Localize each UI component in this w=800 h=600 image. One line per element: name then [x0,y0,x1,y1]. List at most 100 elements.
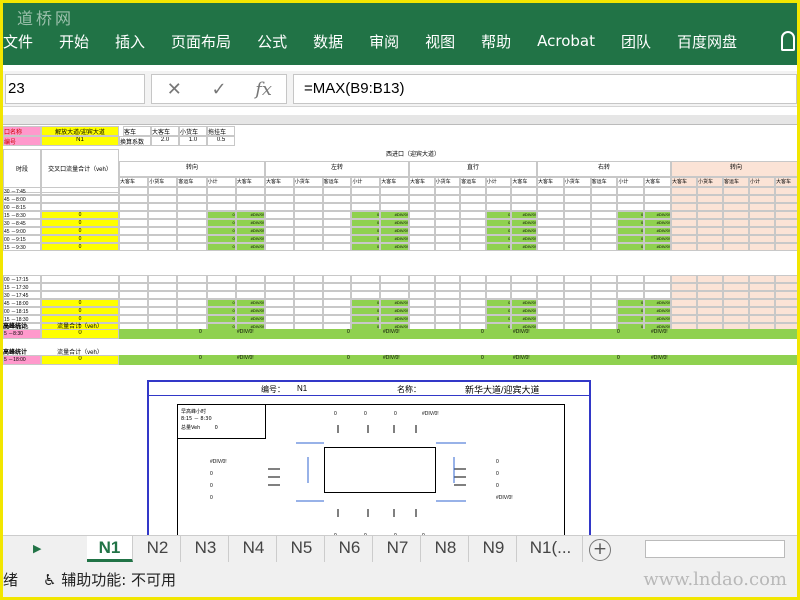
data-cell[interactable] [119,219,149,227]
data-cell[interactable] [293,299,323,307]
data-cell[interactable]: #DIV/0! [644,299,671,307]
data-cell[interactable] [723,243,749,251]
data-cell[interactable] [697,235,723,243]
data-cell[interactable]: #DIV/0! [511,307,537,315]
data-cell[interactable]: 0 [206,315,236,323]
data-cell[interactable] [723,275,749,283]
ribbon-tab-4[interactable]: 公式 [257,31,287,52]
data-cell[interactable] [265,243,294,251]
data-cell[interactable] [723,195,749,203]
data-cell[interactable] [617,187,645,195]
data-cell[interactable]: #DIV/0! [380,227,409,235]
data-cell[interactable] [409,195,435,203]
data-cell[interactable]: #DIV/0! [511,315,537,323]
flow-total-cell[interactable] [41,187,119,195]
data-cell[interactable] [511,203,537,211]
data-cell[interactable] [723,315,749,323]
data-cell[interactable] [537,243,564,251]
peak-value-cell[interactable]: #DIV/0! [237,355,277,365]
data-cell[interactable] [434,291,461,299]
peak-flow-label-cell[interactable]: 流量合计（veh） [41,347,119,355]
flow-total-cell[interactable] [41,203,119,211]
data-cell[interactable] [235,203,265,211]
sheet-tab-n1[interactable]: N1 [87,536,133,562]
data-cell[interactable] [265,291,294,299]
data-cell[interactable] [460,307,486,315]
data-cell[interactable] [749,235,775,243]
data-cell[interactable] [671,283,697,291]
data-cell[interactable] [511,283,537,291]
data-cell[interactable] [293,307,323,315]
peak-total-cell[interactable]: 0 [41,355,119,365]
sub-col-header[interactable]: 小货车 [434,177,461,187]
data-cell[interactable]: 0 [617,227,645,235]
data-cell[interactable] [460,275,486,283]
direction-header[interactable]: 转向 [119,161,265,177]
time-row-label[interactable]: 00 －8:15 [3,203,41,211]
peak-value-cell[interactable]: 0 [347,329,387,339]
sub-col-header[interactable]: 大客车 [671,177,697,187]
data-cell[interactable] [322,187,352,195]
data-cell[interactable]: #DIV/0! [235,315,265,323]
data-cell[interactable]: #DIV/0! [644,243,671,251]
data-cell[interactable] [265,307,294,315]
ribbon-tab-7[interactable]: 视图 [425,31,455,52]
peak-label-cell[interactable]: 高峰统计 [3,321,41,329]
data-cell[interactable] [409,291,435,299]
data-cell[interactable] [119,187,149,195]
data-cell[interactable] [537,211,564,219]
data-cell[interactable] [206,283,236,291]
data-cell[interactable] [177,195,207,203]
data-cell[interactable] [177,187,207,195]
data-cell[interactable]: #DIV/0! [644,227,671,235]
data-cell[interactable] [409,203,435,211]
data-cell[interactable]: #DIV/0! [380,307,409,315]
data-cell[interactable] [434,307,461,315]
data-cell[interactable] [485,283,512,291]
data-cell[interactable]: #DIV/0! [380,211,409,219]
data-cell[interactable] [697,227,723,235]
data-cell[interactable] [775,235,797,243]
data-cell[interactable] [293,291,323,299]
data-cell[interactable] [265,211,294,219]
data-cell[interactable] [644,283,671,291]
data-cell[interactable]: 0 [485,299,512,307]
flow-total-cell[interactable]: 0 [41,219,119,227]
data-cell[interactable] [148,291,178,299]
data-cell[interactable] [434,219,461,227]
data-cell[interactable] [590,291,618,299]
data-cell[interactable]: #DIV/0! [235,227,265,235]
data-cell[interactable]: #DIV/0! [511,299,537,307]
sub-col-header[interactable]: 小货车 [697,177,723,187]
data-cell[interactable] [511,187,537,195]
data-cell[interactable] [409,315,435,323]
formula-input[interactable]: =MAX(B9:B13) [293,74,797,104]
sub-col-header[interactable]: 客运车 [723,177,749,187]
data-cell[interactable] [265,187,294,195]
data-cell[interactable] [563,227,591,235]
time-row-label[interactable]: 30 －7:45 [3,187,41,195]
data-cell[interactable] [563,243,591,251]
coef-value-cell[interactable]: 0.5 [207,136,235,146]
data-cell[interactable] [775,187,797,195]
peak-time-cell[interactable]: 5 －18:00 [3,355,41,365]
data-cell[interactable] [644,203,671,211]
data-cell[interactable] [775,227,797,235]
direction-header[interactable]: 直行 [409,161,537,177]
sheet-tab-n2[interactable]: N2 [135,536,181,562]
data-cell[interactable] [749,243,775,251]
data-cell[interactable]: 0 [617,235,645,243]
data-cell[interactable] [460,291,486,299]
number-label-cell[interactable]: 编号 [3,136,41,146]
data-cell[interactable] [671,243,697,251]
peak-label-cell[interactable]: 高峰统计 [3,347,41,355]
data-cell[interactable] [206,195,236,203]
data-cell[interactable] [749,315,775,323]
data-cell[interactable] [293,283,323,291]
data-cell[interactable] [723,219,749,227]
data-cell[interactable]: #DIV/0! [380,299,409,307]
data-cell[interactable] [177,283,207,291]
data-cell[interactable] [775,291,797,299]
data-cell[interactable] [775,219,797,227]
data-cell[interactable] [148,299,178,307]
